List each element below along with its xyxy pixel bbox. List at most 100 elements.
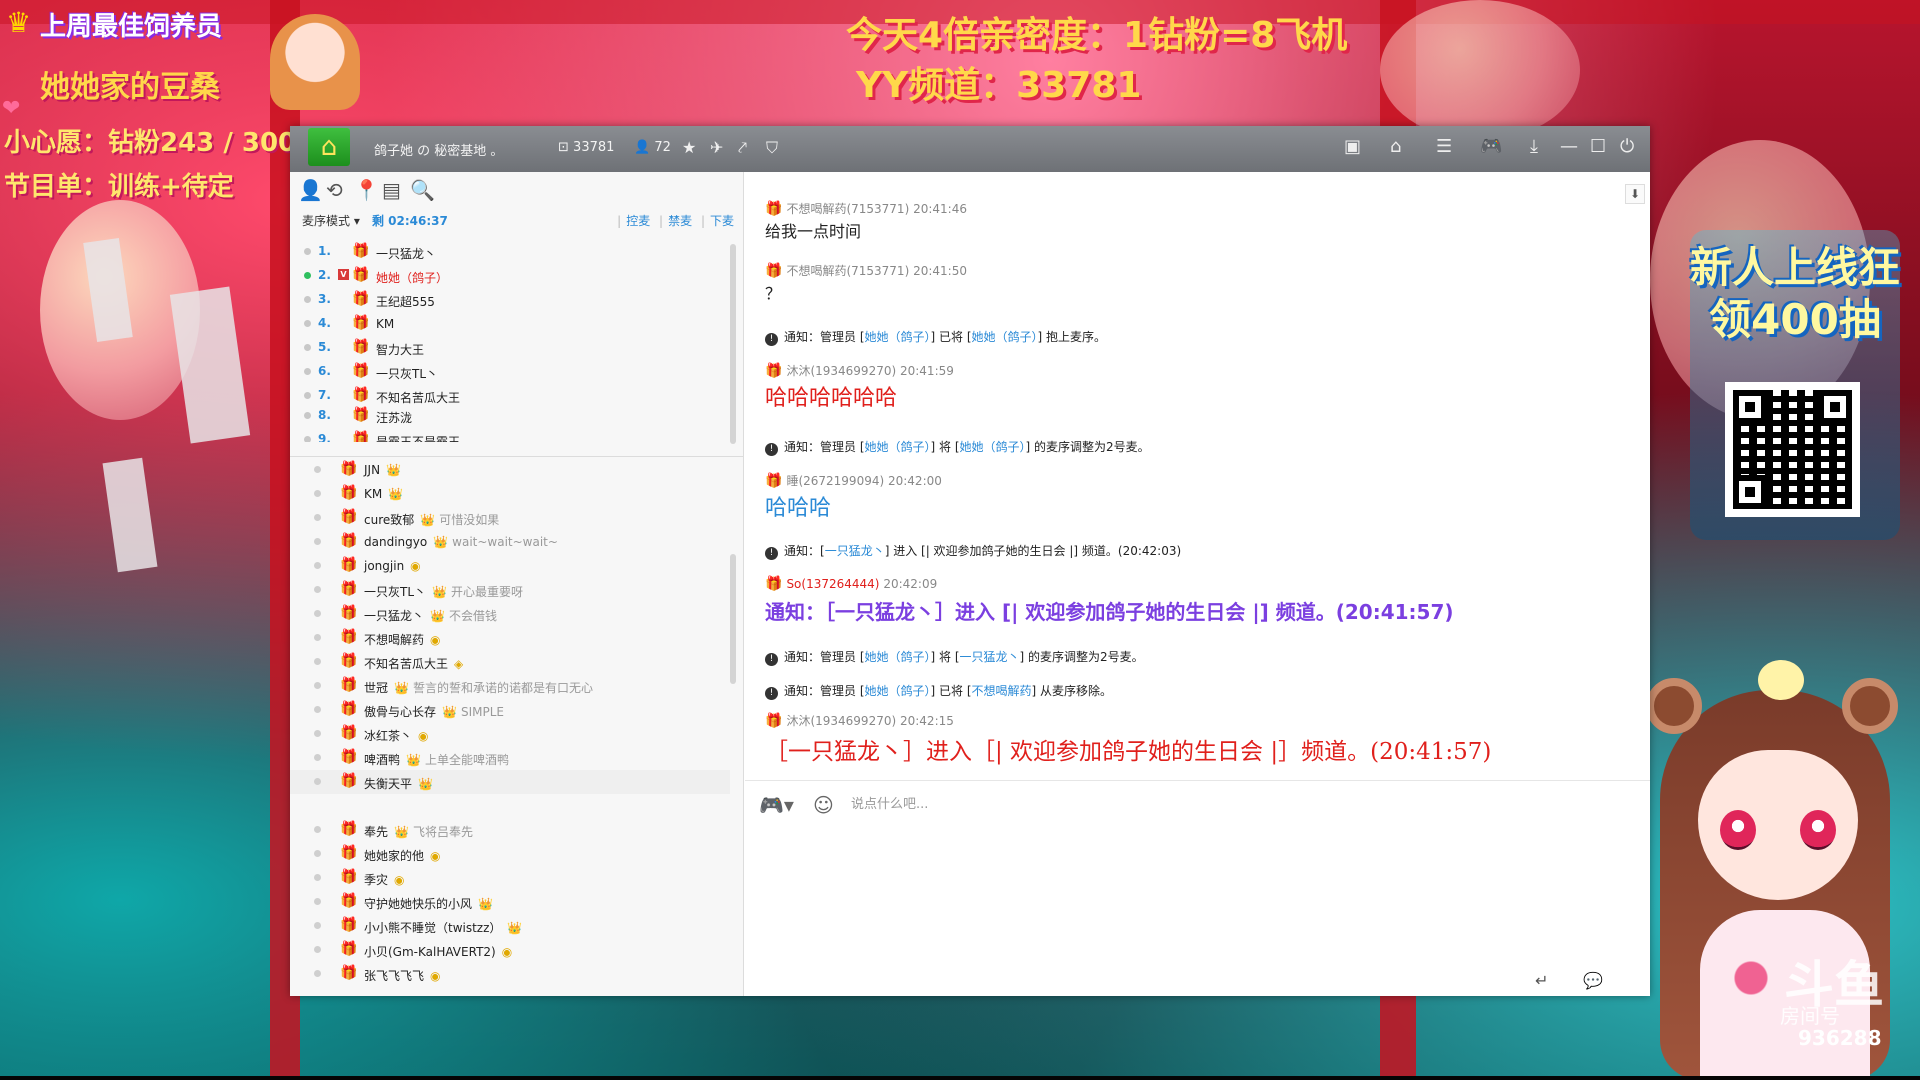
bubble-icon[interactable]: 💬 [1583,971,1603,990]
refresh-icon[interactable]: ⟲ [326,178,343,202]
power-button[interactable]: ⏻ [1620,136,1634,157]
level-icon: ◉ [501,945,513,959]
level-icon: ◉ [430,849,441,863]
member-list-scrollbar[interactable] [730,554,736,684]
control-mic-link[interactable]: 控麦 [626,214,650,228]
mic-queue-item[interactable]: 5. 🎁 智力大王 [290,336,730,360]
level-icon: ◉ [410,559,421,573]
gift-icon: 🎁 [765,363,783,379]
message-nick[interactable]: So(137264444) [786,577,879,591]
emoji-icon[interactable]: ☺ [813,793,834,817]
message-nick[interactable]: 沐沐(1934699270) [786,364,896,378]
level-icon: ◉ [418,729,429,743]
info-icon: ! [765,653,778,666]
member-item[interactable]: 🎁 守护她她快乐的小风 👑 [290,890,730,914]
message-nick[interactable]: 睡(2672199094) [786,474,884,488]
user-count: 72 [654,140,671,155]
member-item[interactable]: 🎁 世冠 👑 誓言的誓和承诺的诺都是有口无心 [290,674,730,698]
divider [290,456,744,457]
shield-icon[interactable]: ⛉ [766,138,778,158]
send-icon[interactable]: ↵ [1535,971,1548,990]
message-header: 🎁 不想喝解药(7153771) 20:41:50 [765,263,967,279]
member-item[interactable]: 🎁 小贝(Gm-KalHAVERT2) ◉ [290,938,730,962]
leave-mic-link[interactable]: 下麦 [710,214,734,228]
gift-icon: 🎁 [765,201,783,217]
download-icon[interactable]: ⤓ [1530,136,1538,157]
member-item[interactable]: 🎁 啤酒鸭 👑 上单全能啤酒鸭 [290,746,730,770]
gift-icon: 🎁 [352,315,370,331]
member-item[interactable]: 🎁 cure致郁 👑 可惜没如果 [290,506,730,530]
member-item[interactable]: 🎁 失衡天平 👑 [290,770,730,794]
note-icon[interactable]: ▤ [382,178,401,202]
member-item[interactable]: 🎁 冰红茶丶 ◉ [290,722,730,746]
member-item[interactable]: 🎁 JJN 👑 [290,458,730,482]
channel-id: ⊡ 33781 [558,140,614,155]
user-icon[interactable]: 👤 [298,178,323,202]
ban-mic-link[interactable]: 禁麦 [668,214,692,228]
crown-icon: 👑 [388,487,404,501]
mic-queue-item[interactable]: 9. 🎁 是霸王不是霸王 [290,428,730,442]
member-item[interactable]: 🎁 一只灰TL丶 👑 开心最重要呀 [290,578,730,602]
search-icon[interactable]: 🔍 [410,178,435,202]
message-nick[interactable]: 不想喝解药(7153771) [786,202,909,216]
member-item[interactable]: 🎁 dandingyo 👑 wait~wait~wait~ [290,530,730,554]
member-item[interactable]: 🎁 季灾 ◉ [290,866,730,890]
home-icon[interactable]: ⌂ [308,128,350,166]
mic-queue-item[interactable]: 6. 🎁 一只灰TL丶 [290,360,730,384]
member-item[interactable]: 🎁 不想喝解药 ◉ [290,626,730,650]
member-item[interactable]: 🎁 小小熊不睡觉（twistzz） 👑 [290,914,730,938]
mic-queue-item[interactable]: 3. 🎁 王纪超555 [290,288,730,312]
star-icon[interactable]: ★ [682,138,696,157]
gift-icon: 🎁 [340,917,358,933]
promo-text: 新人上线狂领400抽 [1690,243,1901,344]
member-item[interactable]: 🎁 一只猛龙丶 👑 不会借钱 [290,602,730,626]
overlay-top-line2: YY频道：33781 [856,65,1142,106]
game-icon[interactable]: 🎮 [1480,136,1502,157]
queue-remaining-time: 剩 02:46:37 [372,214,448,228]
crown-icon: 👑 [478,897,493,911]
mic-queue-item[interactable]: 8. 🎁 汪苏泷 [290,404,730,428]
watermark-room-number: 936288 [1798,1026,1882,1050]
message-nick[interactable]: 不想喝解药(7153771) [786,264,909,278]
member-item[interactable]: 🎁 jongjin ◉ [290,554,730,578]
video-icon[interactable]: ▣ [1344,136,1361,157]
gift-icon: 🎁 [340,653,358,669]
scroll-down-icon[interactable]: ⬇ [1625,184,1645,204]
home-nav-icon[interactable]: ⌂ [1390,136,1401,157]
minimize-button[interactable]: — [1560,136,1578,157]
member-item[interactable]: 🎁 KM 👑 [290,482,730,506]
message-header: 🎁 不想喝解药(7153771) 20:41:46 [765,201,967,217]
mic-queue-scrollbar[interactable] [730,244,736,444]
queue-actions: | 控麦 | 禁麦 | 下麦 [617,214,734,228]
list-icon[interactable]: ☰ [1436,136,1452,157]
chat-input[interactable] [851,791,1451,817]
member-item[interactable]: 🎁 张飞飞飞飞 ◉ [290,962,730,986]
channel-name[interactable]: 鸽子她 の 秘密基地 。 [374,140,503,159]
mic-queue-item[interactable]: 4. 🎁 KM [290,312,730,336]
mic-queue-item[interactable]: 7. 🎁 不知名苦瓜大王 [290,384,730,404]
plane-icon[interactable]: ✈ [710,138,723,157]
gift-icon: 🎁 [352,243,370,259]
level-icon: ◉ [430,969,441,983]
location-icon[interactable]: 📍 [354,178,379,202]
member-item[interactable]: 🎁 她她家的他 ◉ [290,842,730,866]
crown-icon: 👑 [406,753,421,767]
online-users: 👤 72 [634,140,671,155]
crown-icon: 👑 [418,777,433,791]
member-item[interactable]: 🎁 不知名苦瓜大王 ◈ [290,650,730,674]
game-emote-icon[interactable]: 🎮▾ [759,793,794,817]
gift-icon: 🎁 [340,509,358,525]
channel-id-value: 33781 [573,140,615,155]
mic-queue-item[interactable]: 2. V 🎁 她她（鸽子） [290,264,730,288]
info-icon: ! [765,687,778,700]
message-nick[interactable]: 沐沐(1934699270) [786,714,896,728]
crown-icon: 👑 [420,513,436,527]
watermark-room-label: 房间号 [1780,1004,1840,1028]
mic-queue-item[interactable]: 1. 🎁 一只猛龙丶 [290,240,730,264]
queue-mode-dropdown[interactable]: 麦序模式 ▾ [302,212,360,229]
member-item[interactable]: 🎁 奉先 👑 飞将吕奉先 [290,818,730,842]
member-item[interactable]: 🎁 傲骨与心长存 👑 SIMPLE [290,698,730,722]
maximize-button[interactable]: ☐ [1590,136,1606,157]
share-icon[interactable]: ⤤ [738,138,747,158]
gift-icon: 🎁 [340,965,358,981]
